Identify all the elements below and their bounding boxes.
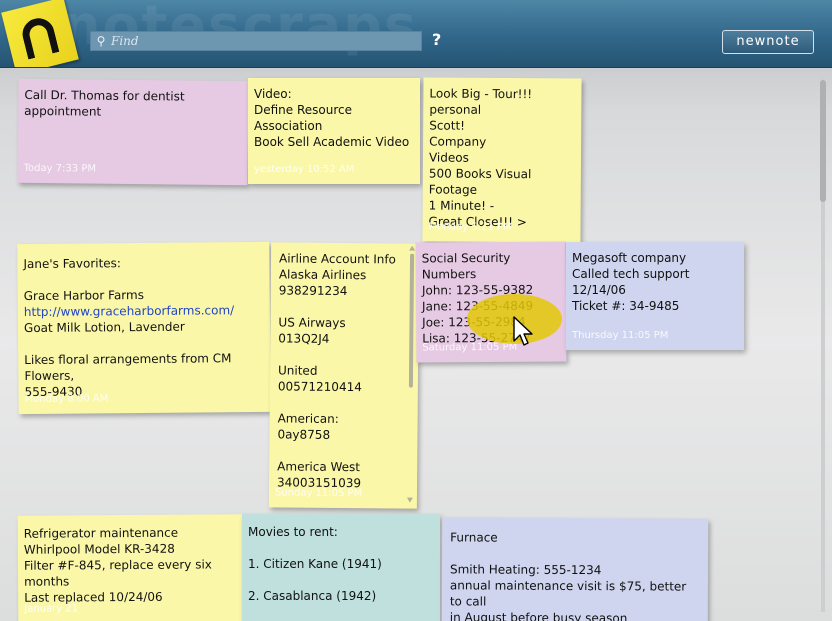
note-date: Sunday 11:05 PM [274,487,363,500]
search-box[interactable]: ⚲ [90,31,422,51]
note-furnace[interactable]: Furnace Smith Heating: 555-1234 annual m… [441,517,709,621]
note-date: Thursday 11:05 PM [572,330,669,341]
scroll-thumb[interactable] [408,253,415,388]
note-movies[interactable]: Movies to rent: 1. Citizen Kane (1941) 2… [242,514,440,621]
note-date: Monday 8:00 AM [24,393,109,406]
note-text: Call Dr. Thomas for dentist appointment [24,87,185,119]
note-dentist[interactable]: Call Dr. Thomas for dentist appointment … [17,78,249,186]
note-date: yesterday 10:52 AM [254,164,355,175]
scroll-thumb[interactable] [820,80,826,202]
new-note-button[interactable]: newnote [722,30,814,54]
note-date: January 21 [24,603,79,615]
scroll-down-icon[interactable] [406,497,413,503]
mouse-pointer-icon [513,316,533,346]
main-scrollbar[interactable] [818,70,828,618]
note-text: Refrigerator maintenance Whirlpool Model… [23,525,212,605]
note-text: Airline Account Info Alaska Airlines 938… [277,251,397,491]
note-janes-favorites[interactable]: Jane's Favorites: Grace Harbor Farms htt… [17,241,271,415]
search-icon: ⚲ [96,34,106,48]
note-tour[interactable]: Look Big - Tour!!! personal Scott! Compa… [422,77,582,243]
note-megasoft[interactable]: Megasoft company Called tech support 12/… [566,242,744,350]
note-text: Movies to rent: 1. Citizen Kane (1941) 2… [248,525,382,603]
logo-n-icon [19,14,60,60]
note-text: Look Big - Tour!!! personal Scott! Compa… [428,86,533,230]
note-text: Furnace Smith Heating: 555-1234 annual m… [449,530,687,621]
note-video[interactable]: Video: Define Resource Association Book … [248,78,420,184]
search-input[interactable] [111,32,421,50]
note-date: Monday 5:21 PM [428,221,512,234]
note-refrigerator[interactable]: Refrigerator maintenance Whirlpool Model… [17,514,245,621]
note-link[interactable]: http://www.graceharborfarms.com/ [24,303,234,319]
help-button[interactable]: ? [432,30,441,49]
note-date: Today 7:33 PM [23,162,97,175]
scroll-up-icon[interactable] [409,245,416,251]
note-airline[interactable]: Airline Account Info Alaska Airlines 938… [268,242,420,509]
note-text: Video: Define Resource Association Book … [254,87,410,149]
note-text: Megasoft company Called tech support 12/… [572,251,690,313]
top-bar: notescraps ⚲ ? newnote [0,0,832,68]
